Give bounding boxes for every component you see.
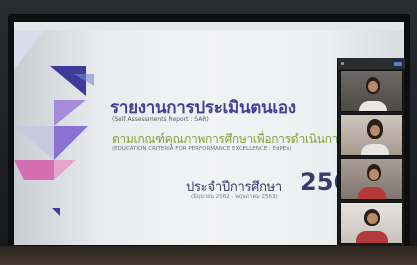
participant-face (370, 125, 380, 136)
participant-shirt (356, 231, 388, 243)
participant-tile-1[interactable] (340, 70, 403, 112)
gallery-menu-icon[interactable] (341, 62, 344, 65)
gallery-toolbar (338, 58, 405, 69)
deco-triangle-7 (54, 160, 76, 180)
participant-shirt (358, 187, 386, 199)
deco-triangle-9 (52, 208, 60, 216)
participant-tile-4[interactable] (340, 202, 403, 244)
deco-triangle-3 (54, 100, 86, 126)
participant-face (367, 213, 378, 224)
desk-surface (0, 246, 417, 265)
participant-face (368, 81, 378, 92)
video-gallery[interactable] (337, 58, 405, 246)
deco-triangle-4 (14, 126, 54, 160)
slide-decoration (14, 30, 94, 216)
deco-triangle-1 (14, 30, 44, 70)
slide-subtitle: (Self Assessments Report : SAR) (112, 116, 209, 123)
criteria-subheading: (EDUCATION CRITERIA FOR PERFORMANCE EXCE… (112, 146, 292, 152)
participant-shirt (359, 101, 387, 111)
participant-shirt (361, 144, 389, 155)
deco-triangle-5 (54, 126, 88, 160)
deco-triangle-2 (50, 66, 86, 96)
participant-tile-2[interactable] (340, 114, 403, 156)
deco-triangle-6 (14, 160, 54, 180)
academic-year-range: (มิถุนายน 2562 - พฤษภาคม 2563) (191, 194, 278, 200)
participant-face (369, 169, 379, 180)
gallery-view-button[interactable] (394, 61, 402, 66)
participant-tile-3[interactable] (340, 158, 403, 200)
screen-top-strip (14, 22, 404, 30)
